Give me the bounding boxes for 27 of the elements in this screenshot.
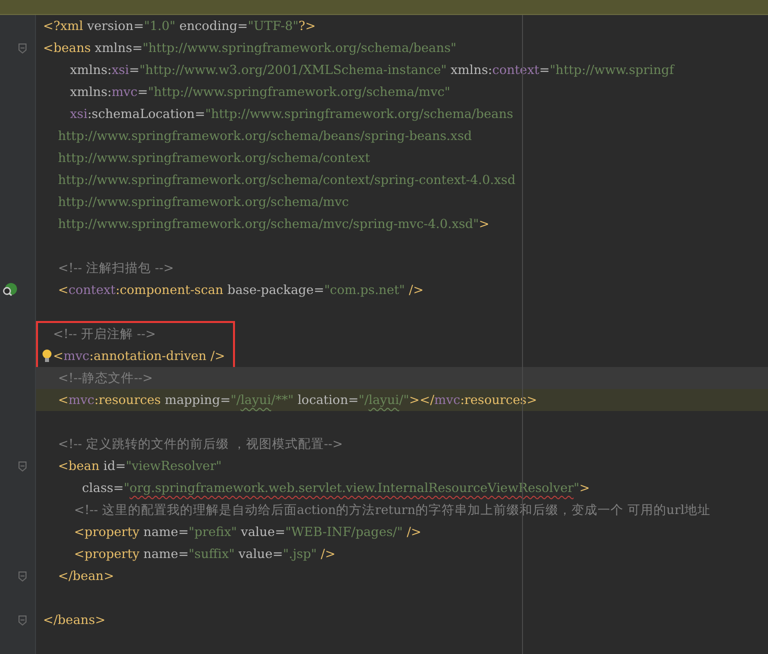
code-line: </bean> xyxy=(57,567,116,585)
code-line: <!-- 定义跳转的文件的前后缀 ，视图模式配置--> xyxy=(57,435,344,453)
lightbulb-icon[interactable] xyxy=(42,349,52,363)
code-line: <property name="prefix" value="WEB-INF/pages/" /> xyxy=(73,523,422,541)
code-line: <!-- 开启注解 --> xyxy=(52,325,157,343)
code-line: <property name="suffix" value=".jsp" /> xyxy=(73,545,336,563)
code-line: xmlns:xsi="http://www.w3.org/2001/XMLSchema-instance" xmlns:context="http://www.springf xyxy=(69,61,676,79)
fold-marker-icon[interactable] xyxy=(18,614,27,626)
code-line: http://www.springframework.org/schema/context xyxy=(57,149,371,167)
fold-marker-icon[interactable] xyxy=(18,460,27,472)
code-line: http://www.springframework.org/schema/beans/spring-beans.xsd xyxy=(57,127,473,145)
fold-marker-icon[interactable] xyxy=(18,570,27,582)
bean-icon[interactable] xyxy=(2,283,18,297)
code-line: </beans> xyxy=(42,611,106,629)
code-line: xsi:schemaLocation="http://www.springframework.org/schema/beans xyxy=(69,105,514,123)
code-line: <?xml version="1.0" encoding="UTF-8"?> xyxy=(42,17,317,35)
code-line: class="org.springframework.web.servlet.view.InternalResourceViewResolver"> xyxy=(81,479,591,497)
code-line: <mvc:annotation-driven /> xyxy=(31,345,226,367)
code-line: <bean id="viewResolver" xyxy=(57,457,223,475)
fold-marker-icon[interactable] xyxy=(18,42,27,54)
code-line: <context:component-scan base-package="com.ps.net" /> xyxy=(57,281,425,299)
code-line: <beans xmlns="http://www.springframework.org/schema/beans" xyxy=(42,39,458,57)
code-line: <!-- 注解扫描包 --> xyxy=(57,259,175,277)
code-line: http://www.springframework.org/schema/mvc xyxy=(57,193,350,211)
code-line: xmlns:mvc="http://www.springframework.org/schema/mvc" xyxy=(69,83,452,101)
code-line: http://www.springframework.org/schema/mvc/spring-mvc-4.0.xsd"> xyxy=(57,215,490,233)
code-line: http://www.springframework.org/schema/context/spring-context-4.0.xsd xyxy=(57,171,516,189)
